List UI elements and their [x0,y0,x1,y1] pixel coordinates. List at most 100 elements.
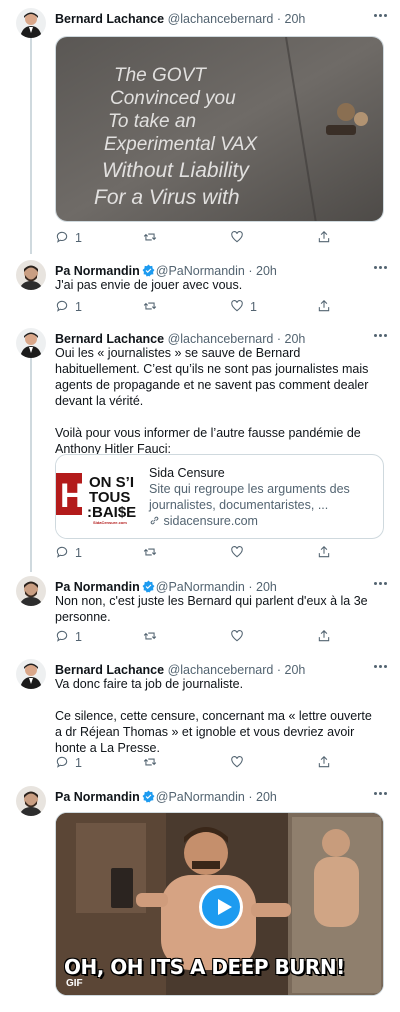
tweet-actions: 1 [55,545,345,561]
reply-count: 1 [75,300,82,314]
share-button[interactable] [317,545,331,561]
tweet-text: Oui les « journalistes » se sauve de Ber… [55,345,382,457]
conversation-thread: Bernard Lachance @lachancebernard · 20h … [0,0,400,1012]
timestamp[interactable]: 20h [285,12,306,26]
reply-button[interactable]: 1 [55,545,82,561]
link-card-text: Sida Censure Site qui regroupe les argum… [149,465,375,529]
reply-button[interactable]: 1 [55,629,82,645]
user-handle[interactable]: @PaNormandin [156,790,245,804]
user-handle[interactable]: @PaNormandin [156,580,245,594]
display-name[interactable]: Pa Normandin [55,264,140,278]
separator-dot: · [248,580,253,594]
display-name[interactable]: Bernard Lachance [55,12,164,26]
like-button[interactable]: 1 [230,299,257,315]
retweet-icon [143,545,157,562]
retweet-button[interactable] [143,299,157,315]
chalk-line: To take an [108,111,196,132]
retweet-icon [143,299,157,316]
chalk-line: Experimental VAX [104,134,258,155]
display-name[interactable]: Bernard Lachance [55,332,164,346]
tweet-image[interactable]: The GOVT Convinced you To take an Experi… [55,36,384,222]
like-icon [230,629,244,646]
like-icon [230,299,244,316]
like-icon [230,545,244,562]
timestamp[interactable]: 20h [256,790,277,804]
tweet-header: Bernard Lachance @lachancebernard · 20h [55,10,390,28]
link-card-url: sidacensure.com [149,513,375,529]
reply-count: 1 [75,630,82,644]
reply-count: 1 [75,231,82,245]
tweet[interactable]: Pa Normandin @PaNormandin · 20h Non non, … [0,576,400,652]
more-icon[interactable] [374,334,388,340]
tweet[interactable]: Bernard Lachance @lachancebernard · 20h … [0,659,400,779]
avatar[interactable] [16,659,46,689]
more-icon[interactable] [374,665,388,671]
share-button[interactable] [317,755,331,771]
link-card[interactable]: H ON S’I TOUS :BAI$E SidaCensure.com Sid… [55,454,384,539]
user-handle[interactable]: @lachancebernard [168,12,274,26]
tweet-text-paragraph: J'ai pas envie de jouer avec vous. [55,278,243,292]
avatar[interactable] [16,786,46,816]
share-button[interactable] [317,299,331,315]
gif-player[interactable]: OH, OH ITS A DEEP BURN! GIF [55,812,384,996]
like-button[interactable] [230,629,250,645]
timestamp[interactable]: 20h [256,264,277,278]
tweet[interactable]: Pa Normandin @PaNormandin · 20h OH, OH I… [0,786,400,1012]
like-icon [230,230,244,247]
display-name[interactable]: Pa Normandin [55,790,140,804]
timestamp[interactable]: 20h [285,663,306,677]
thumb-letter: H [60,477,85,515]
tweet[interactable]: Pa Normandin @PaNormandin · 20h J'ai pas … [0,260,400,320]
display-name[interactable]: Pa Normandin [55,580,140,594]
timestamp[interactable]: 20h [256,580,277,594]
gif-badge: GIF [66,978,83,989]
thumb-line: :BAI$E [87,504,136,521]
share-icon [317,755,331,772]
retweet-icon [143,230,157,247]
tweet-text-paragraph: Voilà pour vous informer de l’autre faus… [55,426,361,456]
reply-button[interactable]: 1 [55,755,82,771]
chalk-line: The GOVT [114,65,207,86]
timestamp[interactable]: 20h [285,332,306,346]
like-button[interactable] [230,755,250,771]
more-icon[interactable] [374,14,388,20]
avatar[interactable] [16,328,46,358]
tweet-text-paragraph: Non non, c'est juste les Bernard qui par… [55,594,368,624]
retweet-button[interactable] [143,545,157,561]
link-card-title: Sida Censure [149,466,225,480]
share-icon [317,545,331,562]
tweet[interactable]: Bernard Lachance @lachancebernard · 20h … [0,328,400,568]
share-button[interactable] [317,629,331,645]
link-card-description: Site qui regroupe les arguments des jour… [149,482,350,512]
more-icon[interactable] [374,792,388,798]
share-button[interactable] [317,230,331,246]
more-icon[interactable] [374,582,388,588]
link-icon [150,516,159,525]
tweet[interactable]: Bernard Lachance @lachancebernard · 20h … [0,8,400,254]
user-handle[interactable]: @lachancebernard [168,332,274,346]
avatar[interactable] [16,8,46,38]
play-icon[interactable] [199,885,243,929]
thumb-url: SidaCensure.com [93,520,127,525]
separator-dot: · [248,790,253,804]
display-name[interactable]: Bernard Lachance [55,663,164,677]
retweet-button[interactable] [143,629,157,645]
verified-icon [142,580,155,593]
reply-button[interactable]: 1 [55,299,82,315]
like-button[interactable] [230,545,250,561]
link-card-thumbnail: H ON S’I TOUS :BAI$E SidaCensure.com [56,455,140,538]
reply-button[interactable]: 1 [55,230,82,246]
verified-icon [142,790,155,803]
share-icon [317,299,331,316]
user-handle[interactable]: @lachancebernard [168,663,274,677]
avatar[interactable] [16,576,46,606]
user-handle[interactable]: @PaNormandin [156,264,245,278]
share-icon [317,230,331,247]
more-icon[interactable] [374,266,388,272]
retweet-button[interactable] [143,755,157,771]
like-button[interactable] [230,230,250,246]
tweet-text: Va donc faire ta job de journaliste. Ce … [55,676,382,756]
tweet-actions: 1 [55,629,345,645]
avatar[interactable] [16,260,46,290]
retweet-button[interactable] [143,230,157,246]
